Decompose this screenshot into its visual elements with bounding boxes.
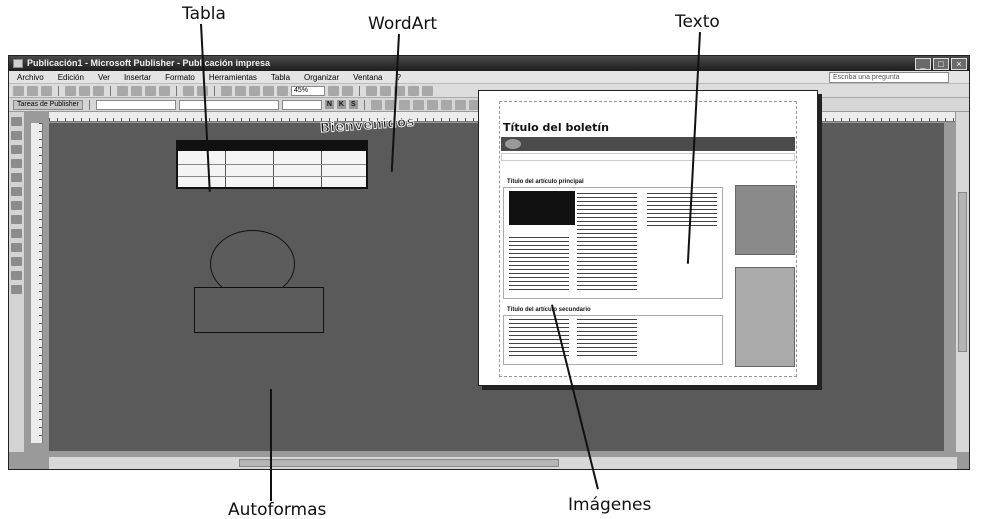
menu-herramientas[interactable]: Herramientas [209,71,257,83]
title-bar: Publicación1 - Microsoft Publisher - Pub… [9,56,969,71]
secondary-text-2 [577,319,637,359]
copy-icon[interactable] [131,85,142,96]
design-gallery-tool-icon[interactable] [11,271,22,280]
menu-tabla[interactable]: Tabla [271,71,290,83]
columns-icon[interactable] [263,85,274,96]
justify-icon[interactable] [412,99,424,110]
menu-insertar[interactable]: Insertar [124,71,151,83]
spelling-icon[interactable] [93,85,104,96]
line-tool-icon[interactable] [11,187,22,196]
arrow-tool-icon[interactable] [11,201,22,210]
sidebar-contents [735,267,795,367]
secondary-article-heading: Título del artículo secundario [507,307,591,313]
objects-toolbar [9,112,25,452]
font-combo[interactable] [178,99,279,110]
style-combo[interactable] [95,99,176,110]
horizontal-scrollbar[interactable] [49,456,957,469]
newsletter-page[interactable]: Título del boletín Título del artículo p… [478,90,818,386]
task-pane-button[interactable]: Tareas de Publisher [13,99,83,110]
menu-ver[interactable]: Ver [98,71,110,83]
zoom-in-icon[interactable] [342,85,353,96]
table-object[interactable] [176,140,368,189]
pilcrow-icon[interactable] [277,85,288,96]
cut-icon[interactable] [117,85,128,96]
newsletter-title: Título del boletín [503,121,609,134]
undo-icon[interactable] [183,85,194,96]
caption-text [509,237,569,293]
menu-formato[interactable]: Formato [165,71,195,83]
callout-tabla: Tabla [182,4,226,24]
maximize-button[interactable]: □ [933,57,949,70]
screenshot-figure: Tabla WordArt Texto Publicación1 - Micro… [0,0,1000,519]
bullets-icon[interactable] [440,99,452,110]
article-text-column-2 [647,193,717,227]
callout-texto: Texto [675,12,720,32]
menu-organizar[interactable]: Organizar [304,71,339,83]
picture-tool-icon[interactable] [11,173,22,182]
insert-hyperlink-icon[interactable] [249,85,260,96]
callout-imagenes: Imágenes [568,495,652,515]
menu-bar: Archivo Edición Ver Insertar Formato Her… [9,71,969,84]
italic-icon[interactable]: K [336,100,346,109]
underline-icon[interactable]: S [348,100,358,109]
callout-wordart: WordArt [368,14,437,34]
autoshapes-tool-icon[interactable] [11,243,22,252]
zoom-out-icon[interactable] [328,85,339,96]
vertical-scrollbar[interactable] [955,112,969,452]
format-painter-icon[interactable] [159,85,170,96]
hotspot-tool-icon[interactable] [11,257,22,266]
text-box-tool-icon[interactable] [11,131,22,140]
save-icon[interactable] [41,85,52,96]
more-tools-icon[interactable] [11,285,22,294]
outdent-icon[interactable] [454,99,466,110]
menu-archivo[interactable]: Archivo [17,71,44,83]
leader-autoformas [270,389,272,501]
minimize-button[interactable]: _ [915,57,931,70]
callout-autoformas: Autoformas [228,500,327,519]
bring-front-icon[interactable] [221,85,232,96]
numbering-icon[interactable] [426,99,438,110]
vertical-scroll-thumb[interactable] [958,192,967,352]
article-text-column-1 [577,193,637,293]
window-title: Publicación1 - Microsoft Publisher - Pub… [27,58,271,68]
ask-question-input[interactable]: Escriba una pregunta [829,72,949,83]
wordart-tool-icon[interactable] [11,159,22,168]
rectangle-autoshape[interactable] [194,287,324,333]
print-icon[interactable] [65,85,76,96]
close-button[interactable]: × [951,57,967,70]
sidebar-box [735,185,795,255]
toolbar-icon-c[interactable] [408,85,419,96]
toolbar-icon-d[interactable] [422,85,433,96]
new-icon[interactable] [13,85,24,96]
open-icon[interactable] [27,85,38,96]
paste-icon[interactable] [145,85,156,96]
oval-tool-icon[interactable] [11,215,22,224]
table-tool-icon[interactable] [11,145,22,154]
size-combo[interactable] [281,99,322,110]
menu-edicion[interactable]: Edición [58,71,84,83]
publisher-app-icon [13,59,23,68]
preview-icon[interactable] [79,85,90,96]
align-left-icon[interactable] [370,99,382,110]
align-right-icon[interactable] [398,99,410,110]
bold-icon[interactable]: N [324,100,334,109]
toolbar-icon-a[interactable] [380,85,391,96]
send-back-icon[interactable] [235,85,246,96]
select-tool-icon[interactable] [11,117,22,126]
main-article-heading: Título del artículo principal [507,179,584,185]
article-picture[interactable] [509,191,575,225]
newsletter-banner [501,137,795,151]
horizontal-scroll-thumb[interactable] [239,459,559,467]
vertical-ruler[interactable] [31,123,43,443]
help-icon[interactable] [366,85,377,96]
zoom-select[interactable]: 45% [291,85,325,96]
menu-ventana[interactable]: Ventana [353,71,382,83]
rectangle-tool-icon[interactable] [11,229,22,238]
